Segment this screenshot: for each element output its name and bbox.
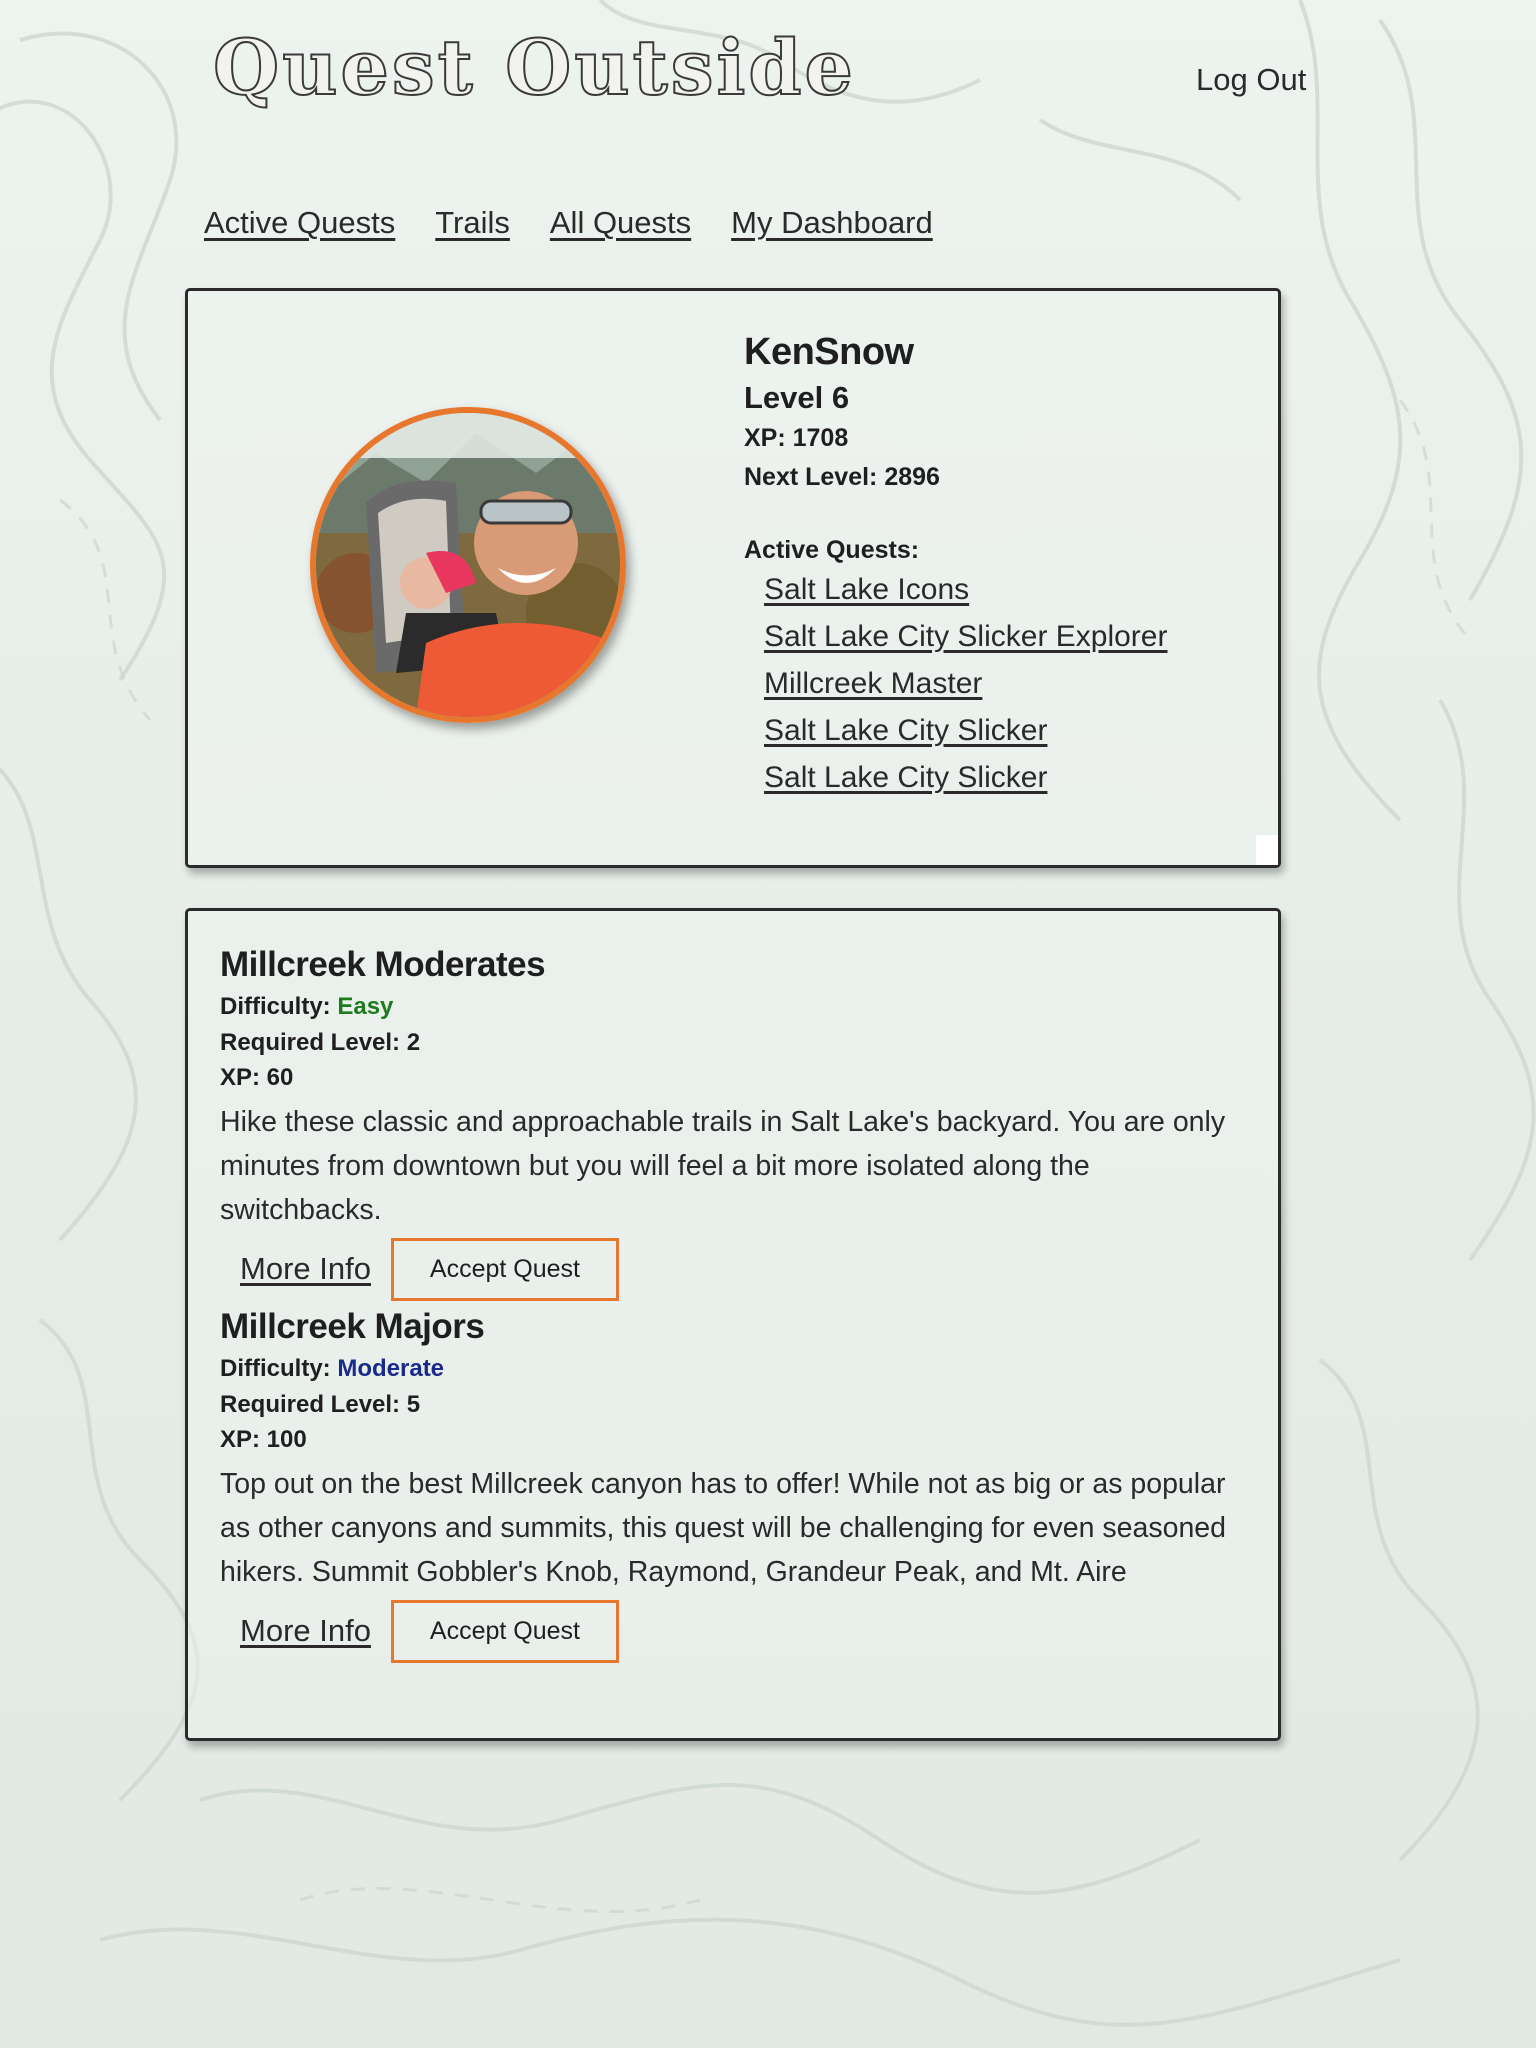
- list-item: Millcreek Master: [764, 667, 1264, 701]
- nav-active-quests[interactable]: Active Quests: [204, 205, 395, 241]
- quest-actions: More Info Accept Quest: [220, 1237, 1230, 1301]
- list-item: Salt Lake City Slicker: [764, 714, 1264, 748]
- corner-marker: [1256, 835, 1278, 865]
- more-info-link[interactable]: More Info: [240, 1613, 371, 1649]
- active-quest-link[interactable]: Salt Lake City Slicker: [764, 714, 1047, 747]
- quest-description: Hike these classic and approachable trai…: [220, 1105, 1226, 1226]
- quest-title: Millcreek Majors: [220, 1307, 485, 1346]
- quest-description: Top out on the best Millcreek canyon has…: [220, 1467, 1226, 1588]
- quest-actions: More Info Accept Quest: [220, 1599, 1230, 1663]
- difficulty-label: Difficulty:: [220, 1355, 331, 1382]
- profile-card: KenSnow Level 6 XP: 1708 Next Level: 289…: [185, 288, 1281, 868]
- available-quests-card: Millcreek Moderates Difficulty: Easy Req…: [185, 908, 1281, 1741]
- active-quest-link[interactable]: Salt Lake Icons: [764, 573, 969, 606]
- active-quests-label: Active Quests:: [744, 536, 920, 564]
- active-quest-link[interactable]: Millcreek Master: [764, 667, 982, 700]
- quest-xp: XP: 100: [220, 1426, 307, 1454]
- nav-my-dashboard[interactable]: My Dashboard: [731, 205, 933, 241]
- list-item: Salt Lake Icons: [764, 573, 1264, 607]
- list-item: Salt Lake City Slicker: [764, 761, 1264, 795]
- quest-difficulty: Difficulty: Moderate: [220, 1355, 1230, 1383]
- quest-item: Millcreek Majors Difficulty: Moderate Re…: [220, 1307, 1230, 1663]
- active-quests-list: Salt Lake Icons Salt Lake City Slicker E…: [744, 573, 1264, 795]
- quest-title: Millcreek Moderates: [220, 945, 546, 984]
- user-level: Level 6: [744, 380, 850, 415]
- avatar: [310, 407, 626, 723]
- logout-link[interactable]: Log Out: [1196, 62, 1306, 98]
- difficulty-value: Easy: [337, 993, 394, 1020]
- active-quest-link[interactable]: Salt Lake City Slicker: [764, 761, 1047, 794]
- accept-quest-button[interactable]: Accept Quest: [390, 1237, 619, 1301]
- profile-info: KenSnow Level 6 XP: 1708 Next Level: 289…: [744, 331, 1264, 808]
- username: KenSnow: [744, 331, 914, 373]
- user-xp: XP: 1708: [744, 424, 849, 452]
- active-quest-link[interactable]: Salt Lake City Slicker Explorer: [764, 620, 1167, 653]
- quest-required-level: Required Level: 2: [220, 1028, 421, 1056]
- accept-quest-button[interactable]: Accept Quest: [390, 1599, 619, 1663]
- site-logo[interactable]: Quest Outside: [212, 29, 856, 107]
- quest-item: Millcreek Moderates Difficulty: Easy Req…: [220, 945, 1230, 1301]
- quest-difficulty: Difficulty: Easy: [220, 993, 1230, 1021]
- difficulty-label: Difficulty:: [220, 993, 331, 1020]
- next-level: Next Level: 2896: [744, 463, 940, 491]
- nav-trails[interactable]: Trails: [435, 205, 510, 241]
- difficulty-value: Moderate: [337, 1355, 445, 1382]
- list-item: Salt Lake City Slicker Explorer: [764, 620, 1264, 654]
- nav-all-quests[interactable]: All Quests: [550, 205, 691, 241]
- more-info-link[interactable]: More Info: [240, 1251, 371, 1287]
- main-nav: Active Quests Trails All Quests My Dashb…: [204, 205, 933, 241]
- quest-required-level: Required Level: 5: [220, 1390, 421, 1418]
- quest-xp: XP: 60: [220, 1064, 294, 1092]
